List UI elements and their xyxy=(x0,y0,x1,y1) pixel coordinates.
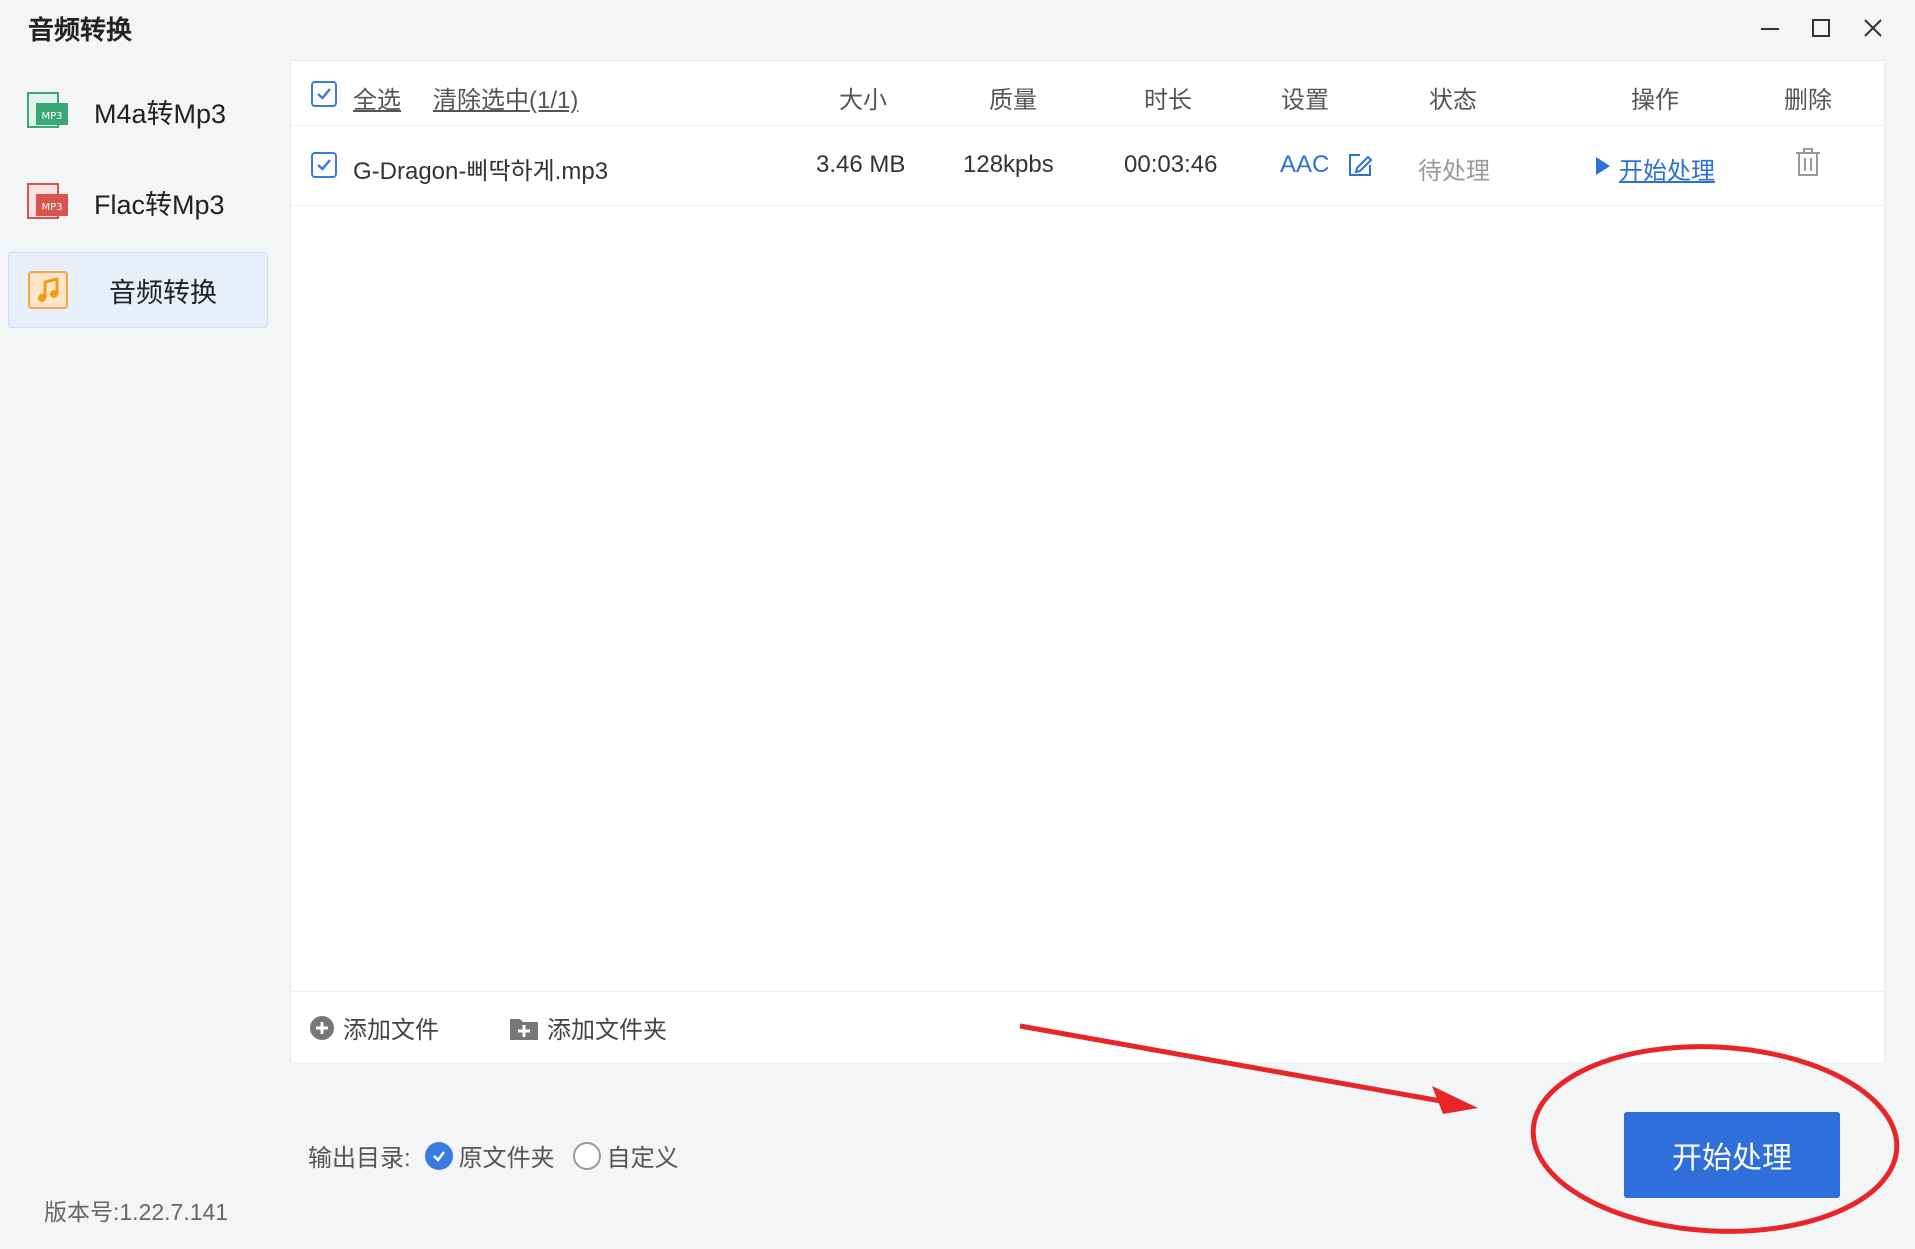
file-size: 3.46 MB xyxy=(816,151,906,178)
version-label: 版本号:1.22.7.141 xyxy=(44,1199,229,1225)
column-header-duration: 时长 xyxy=(1144,87,1192,114)
close-button[interactable] xyxy=(1855,10,1891,46)
table-header: 全选 清除选中(1/1) 大小 质量 时长 设置 状态 操作 删除 xyxy=(291,61,1884,126)
sidebar-item-m4a-to-mp3[interactable]: MP3 M4a转Mp3 xyxy=(8,74,266,148)
file-quality: 128kpbs xyxy=(963,151,1054,178)
plus-circle-icon xyxy=(310,1015,334,1040)
table-row[interactable]: G-Dragon-삐딱하게.mp3 3.46 MB 128kpbs 00:03:… xyxy=(291,125,1884,206)
row-start-link[interactable]: 开始处理 xyxy=(1619,151,1715,186)
edit-icon[interactable] xyxy=(1346,151,1374,179)
format-setting[interactable]: AAC xyxy=(1280,151,1329,179)
window-title: 音频转换 xyxy=(28,15,133,45)
folder-plus-icon xyxy=(510,1018,538,1040)
music-note-icon xyxy=(28,271,68,309)
file-name: G-Dragon-삐딱하게.mp3 xyxy=(353,158,609,185)
output-directory: 输出目录: 原文件夹 自定义 xyxy=(308,1138,679,1173)
check-icon xyxy=(432,1150,445,1162)
svg-text:MP3: MP3 xyxy=(41,202,62,213)
column-header-size: 大小 xyxy=(839,87,887,114)
file-duration: 00:03:46 xyxy=(1124,151,1218,178)
radio-original-folder[interactable] xyxy=(424,1141,453,1170)
clear-selected-link[interactable]: 清除选中(1/1) xyxy=(433,80,578,115)
play-icon[interactable] xyxy=(1594,155,1612,177)
sidebar-item-label: 音频转换 xyxy=(109,277,217,308)
start-process-button[interactable]: 开始处理 xyxy=(1624,1112,1840,1198)
radio-label-original-folder[interactable]: 原文件夹 xyxy=(459,1138,555,1173)
maximize-icon xyxy=(1812,19,1830,37)
radio-label-custom[interactable]: 自定义 xyxy=(607,1138,679,1173)
sidebar-item-flac-to-mp3[interactable]: MP3 Flac转Mp3 xyxy=(8,165,266,239)
add-folder-label: 添加文件夹 xyxy=(547,1017,667,1044)
status-text: 待处理 xyxy=(1418,158,1490,185)
add-toolbar: 添加文件 添加文件夹 xyxy=(291,991,1884,1062)
minimize-icon xyxy=(1761,28,1779,30)
check-icon xyxy=(317,159,331,171)
select-all-link[interactable]: 全选 xyxy=(353,80,401,115)
add-folder-button[interactable]: 添加文件夹 xyxy=(509,1010,667,1045)
row-checkbox[interactable] xyxy=(311,152,337,178)
select-all-checkbox[interactable] xyxy=(311,81,337,107)
add-file-label: 添加文件 xyxy=(343,1017,439,1044)
radio-custom[interactable] xyxy=(572,1141,601,1170)
close-icon xyxy=(1864,19,1882,37)
sidebar-item-audio-convert[interactable]: 音频转换 xyxy=(8,252,268,328)
column-header-settings: 设置 xyxy=(1281,87,1329,114)
file-list-panel: 全选 清除选中(1/1) 大小 质量 时长 设置 状态 操作 删除 G-Drag… xyxy=(290,60,1885,1062)
output-label: 输出目录: xyxy=(308,1145,411,1172)
title-bar: 音频转换 xyxy=(0,0,1915,56)
svg-text:MP3: MP3 xyxy=(41,111,62,122)
check-icon xyxy=(317,88,331,100)
flac-to-mp3-icon: MP3 xyxy=(27,183,68,219)
maximize-button[interactable] xyxy=(1803,10,1839,46)
sidebar-item-label: M4a转Mp3 xyxy=(94,98,227,129)
column-header-quality: 质量 xyxy=(989,87,1037,114)
column-header-status: 状态 xyxy=(1429,87,1477,114)
trash-icon[interactable] xyxy=(1794,147,1822,179)
minimize-button[interactable] xyxy=(1752,10,1788,46)
add-file-button[interactable]: 添加文件 xyxy=(309,1010,439,1045)
m4a-to-mp3-icon: MP3 xyxy=(27,92,68,128)
column-header-action: 操作 xyxy=(1631,87,1679,114)
sidebar-item-label: Flac转Mp3 xyxy=(94,189,225,220)
column-header-delete: 删除 xyxy=(1784,87,1832,114)
annotation-arrow-head xyxy=(1432,1086,1478,1114)
